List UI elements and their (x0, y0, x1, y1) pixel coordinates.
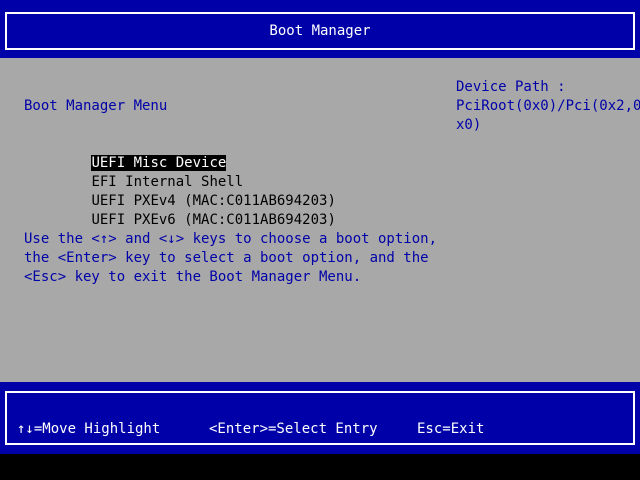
boot-option-label: UEFI Misc Device (91, 155, 227, 171)
title-box: Boot Manager (5, 12, 635, 50)
help-line: the <Enter> key to select a boot option,… (24, 250, 429, 266)
device-path-value: PciRoot(0x0)/Pci(0x2,0 (456, 98, 640, 114)
exit-hint: Esc=Exit (417, 421, 485, 437)
menu-heading: Boot Manager Menu (24, 98, 168, 114)
help-line: Use the <↑> and <↓> keys to choose a boo… (24, 231, 438, 247)
boot-option-label: UEFI PXEv4 (MAC:C011AB694203) (91, 193, 336, 209)
device-path-label: Device Path : (456, 79, 566, 95)
help-text: Use the <↑> and <↓> keys to choose a boo… (24, 230, 438, 287)
device-path-panel: Device Path : PciRoot(0x0)/Pci(0x2,0 x0) (456, 78, 640, 135)
move-highlight-hint: ↑↓=Move Highlight (17, 421, 161, 437)
boot-option-uefi-misc-device[interactable]: UEFI Misc Device (24, 135, 336, 171)
main-panel: Boot Manager Menu UEFI Misc Device EFI I… (0, 58, 640, 382)
help-line: <Esc> key to exit the Boot Manager Menu. (24, 269, 362, 285)
device-path-value: x0) (456, 117, 482, 133)
title-band: Boot Manager (0, 0, 640, 58)
select-entry-hint: <Enter>=Select Entry (209, 421, 378, 437)
boot-option-list: UEFI Misc Device EFI Internal Shell UEFI… (24, 135, 336, 228)
page-title: Boot Manager (269, 22, 371, 39)
boot-option-label: UEFI PXEv6 (MAC:C011AB694203) (91, 212, 336, 228)
boot-option-label: EFI Internal Shell (91, 174, 244, 190)
footer-band: ↑↓=Move Highlight <Enter>=Select Entry E… (0, 382, 640, 454)
bios-screen: Boot Manager Boot Manager Menu UEFI Misc… (0, 0, 640, 480)
footer-box: ↑↓=Move Highlight <Enter>=Select Entry E… (5, 391, 635, 445)
